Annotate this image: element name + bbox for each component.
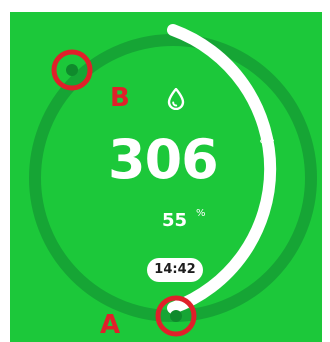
temperature-unit: °C	[259, 138, 275, 153]
humidity-value: 55	[162, 210, 188, 231]
marker-a-label: A	[100, 310, 121, 340]
humidity-unit: %	[196, 208, 206, 219]
time-badge: 14:42	[147, 258, 203, 282]
dial-handle-a[interactable]	[170, 310, 182, 322]
temperature-value: 306	[108, 128, 219, 191]
thermostat-screen: 306 °C 55 % 14:42 B A	[10, 12, 322, 342]
marker-b-label: B	[110, 83, 130, 113]
water-drop-icon	[167, 88, 185, 110]
dial-handle-b[interactable]	[66, 64, 78, 76]
